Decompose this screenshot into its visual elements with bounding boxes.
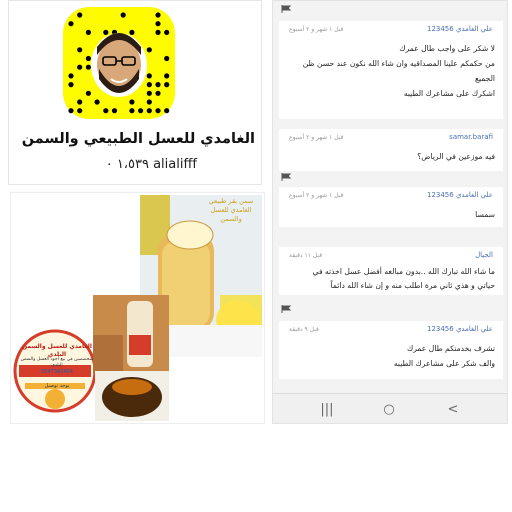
snapcode-dot [146,82,152,88]
message-author[interactable]: samar.barafi [449,133,493,141]
message-author[interactable]: الجيال [475,251,493,259]
snapcode-dot [94,99,100,105]
snapcode-dot [68,108,74,114]
message-time: قبل ١ شهر و ٢ أسبوع [289,192,344,199]
snapcode-dot [146,90,152,96]
message-line: سمسا [475,210,495,219]
snapcode-dot [77,47,83,53]
message-line: تشرف بخدمتكم طال عمرك [406,344,495,353]
snapcode-dot [85,55,91,62]
snapcode-dot [155,12,161,18]
snapcode-dot [85,64,91,70]
message-line: اشكرك على مشاعرك الطيبه [403,89,495,98]
bitmoji-icon [91,33,147,97]
snapcode-dot [146,47,152,53]
snapcode-dot [164,55,170,62]
snapcode-dot [129,108,135,114]
snapcode-dot [77,108,83,114]
message-time: قبل ٩ دقيقة [289,326,319,333]
message-time: قبل ١١ دقيقة [289,252,323,259]
snapcode-dot [138,108,144,114]
snapcode-dot [155,29,161,35]
snapcode-dot [77,12,83,18]
message-line: حياتي و هذي ثاني مرة اطلب منه و إن شاء ا… [330,281,495,290]
message-line: فيه موزعين في الرياض؟ [417,152,495,161]
snapcode-dot [103,108,109,114]
chat-message: قبل ١ شهر و ٢ أسبوع samar.barafi فيه موز… [279,129,503,171]
report-flag-icon[interactable] [281,5,291,13]
snapcode-card: الغامدي للعسل الطبيعي والسمن ١،٥٣٩ ٠ ali… [8,0,262,185]
honey-spoon-photo [95,371,169,421]
back-button[interactable]: < [443,402,463,417]
snapcode-dot [155,82,161,88]
snapcode-dot [129,29,135,35]
jar-label-text: سمن بقر طبيعي الغامدي للعسل والسمن [208,197,254,223]
chat-message: قبل ١ شهر و ٢ أسبوع علي الغامدي 123456 س… [279,187,503,227]
logo-delivery: يوجد توصيل [44,383,70,389]
snapcode-dot [68,82,74,88]
snapcode-dot [85,90,91,96]
home-button[interactable]: ○ [379,402,399,417]
message-line: والف شكر على مشاعرك الطيبه [393,359,495,368]
logo-phone: 0547343404 [41,369,73,375]
chat-screenshot: قبل ١ شهر و ٢ أسبوع علي الغامدي 123456 ل… [272,0,508,424]
message-time: قبل ١ شهر و ٢ أسبوع [289,26,344,33]
snapcode-dot [77,64,83,70]
message-line: لا شكر على واجب طال عمرك [399,44,495,53]
message-time: قبل ١ شهر و ٢ أسبوع [289,134,344,141]
snapcode-dot [164,29,170,35]
message-line: من حكمكم علينا المصداقيه وان شاء الله نك… [302,59,495,68]
snapcode-dot [146,108,152,114]
snapcode-qr [63,7,175,119]
recent-apps-button[interactable]: ||| [317,402,337,417]
logo-subtitle: متخصصين في بيع أجود العسل والسمن البلدي [20,357,94,368]
snapcode-dot [155,90,161,96]
snapcode-dot [85,29,91,35]
snapcode-dot [111,108,118,114]
snapcode-username: ١،٥٣٩ ٠ alialifff [105,157,197,172]
message-author[interactable]: علي الغامدي 123456 [427,25,493,33]
message-author[interactable]: علي الغامدي 123456 [427,325,493,333]
snapcode-dot [103,29,109,35]
snapcode-dot [155,21,161,27]
message-line: الجميع [474,74,495,83]
snapcode-dot [68,21,74,27]
snapcode-dot [164,108,170,114]
snapcode-dot [120,12,126,18]
snapcode-dot [146,73,152,79]
snapcode-dot [146,99,152,105]
snapcode-dot [164,82,170,88]
snapcode-dot [164,73,170,79]
snapcode-dot [129,99,135,105]
report-flag-icon[interactable] [281,305,291,313]
honey-bottles-photo [93,295,169,373]
message-line: ما شاء الله تبارك الله ..بدون مبالغه أفض… [312,267,495,276]
product-collage: سمن بقر طبيعي الغامدي للعسل والسمن الغام… [10,192,265,424]
android-nav-bar: ||| ○ < [273,393,507,423]
report-flag-icon[interactable] [281,173,291,181]
snapcode-dot [155,108,161,114]
snapcode-display-name: الغامدي للعسل الطبيعي والسمن [21,131,255,147]
chat-message: قبل ٩ دقيقة علي الغامدي 123456 تشرف بخدم… [279,321,503,379]
snapcode-dot [77,99,83,105]
chat-message: قبل ١١ دقيقة الجيال ما شاء الله تبارك ال… [279,247,503,295]
snapcode-dot [68,73,74,79]
message-author[interactable]: علي الغامدي 123456 [427,191,493,199]
chat-message: قبل ١ شهر و ٢ أسبوع علي الغامدي 123456 ل… [279,21,503,119]
